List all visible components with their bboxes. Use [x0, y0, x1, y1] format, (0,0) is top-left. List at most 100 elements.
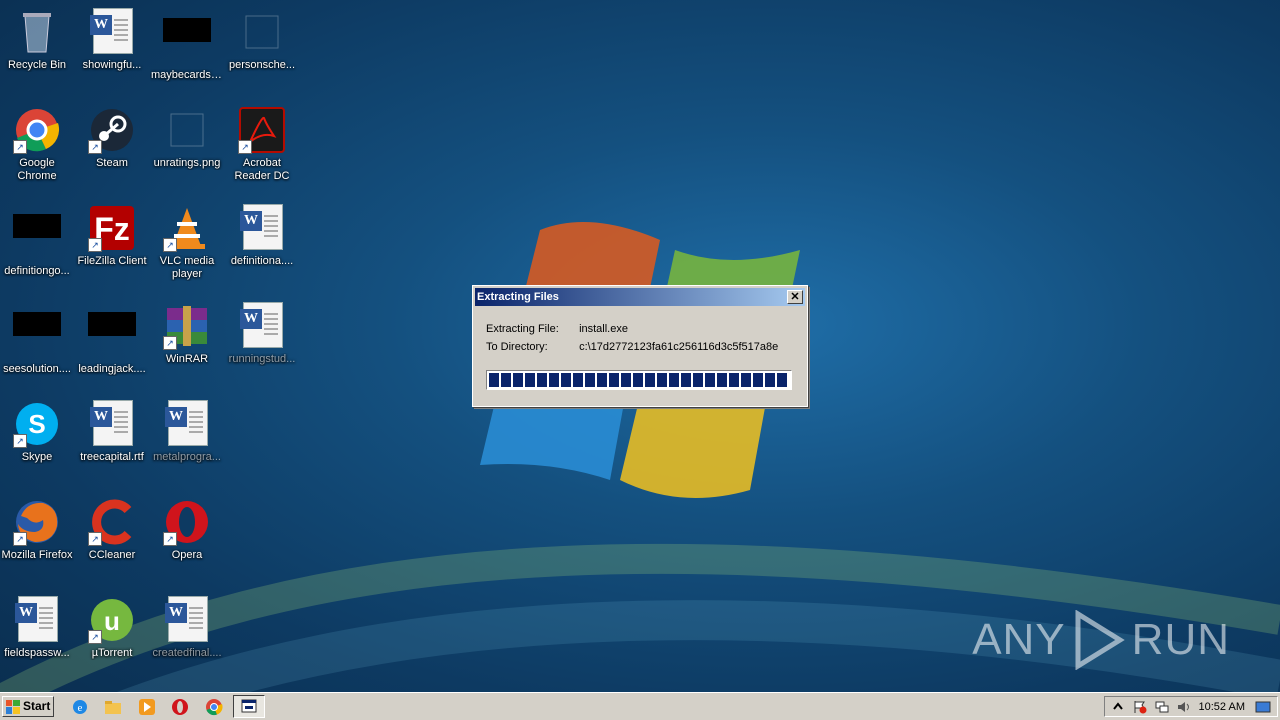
desktop-icon[interactable]: Wtreecapital.rtf: [75, 394, 149, 484]
desktop-icon-label: runningstud...: [228, 353, 296, 365]
desktop-icon[interactable]: ↗ Google Chrome: [0, 100, 74, 190]
shortcut-arrow-icon: ↗: [163, 532, 177, 546]
clock[interactable]: 10:52 AM: [1199, 697, 1245, 717]
desktop-icon[interactable]: ↗ Steam: [75, 100, 149, 190]
utorrent-icon: u ↗: [88, 596, 136, 644]
desktop-icon[interactable]: ↗ Opera: [150, 492, 224, 582]
play-logo-icon: [1075, 610, 1125, 670]
extracting-files-dialog: Extracting Files ✕ Extracting File: inst…: [472, 285, 808, 407]
desktop-icon-label: createdfinal....: [152, 647, 222, 659]
word-doc-icon: W: [163, 596, 211, 644]
system-tray: 10:52 AM: [1104, 696, 1278, 717]
volume-icon[interactable]: [1177, 700, 1191, 714]
desktop-icon[interactable]: S ↗ Skype: [0, 394, 74, 484]
to-directory-value: c:\17d2772123fa61c256116d3c5f517a8e: [579, 341, 779, 353]
desktop-icon[interactable]: Wdefinitiona....: [225, 198, 299, 288]
word-doc-icon: W: [163, 400, 211, 448]
shortcut-arrow-icon: ↗: [88, 630, 102, 644]
image-file-icon: [163, 106, 211, 154]
shortcut-arrow-icon: ↗: [238, 140, 252, 154]
desktop-icon-label: fieldspassw...: [4, 647, 70, 659]
desktop-icon[interactable]: definitiongo...: [0, 198, 74, 288]
extracting-file-value: install.exe: [579, 323, 628, 335]
shortcut-arrow-icon: ↗: [88, 238, 102, 252]
action-center-flag-icon[interactable]: [1133, 700, 1147, 714]
word-doc-icon: W: [88, 8, 136, 56]
ccleaner-icon: ↗: [88, 498, 136, 546]
desktop-icon-label: FileZilla Client: [77, 255, 147, 267]
explorer-folder-icon[interactable]: [104, 698, 122, 716]
to-directory-row: To Directory: c:\17d2772123fa61c256116d3…: [486, 341, 778, 353]
taskbar: Start e 10:52 AM: [0, 692, 1280, 720]
desktop-icon[interactable]: u ↗ µTorrent: [75, 590, 149, 680]
desktop-icon-label: leadingjack....: [78, 363, 146, 375]
progress-bar: [486, 370, 792, 390]
desktop-icon[interactable]: Recycle Bin: [0, 2, 74, 92]
desktop-icon-label: Skype: [21, 451, 53, 463]
desktop-icon[interactable]: Wshowingfu...: [75, 2, 149, 92]
dialog-titlebar[interactable]: Extracting Files ✕: [475, 288, 805, 306]
shortcut-arrow-icon: ↗: [13, 434, 27, 448]
desktop-icon[interactable]: leadingjack....: [75, 296, 149, 386]
desktop-icon-label: WinRAR: [165, 353, 209, 365]
desktop-icon[interactable]: ↗ Mozilla Firefox: [0, 492, 74, 582]
svg-text:e: e: [78, 702, 83, 714]
to-directory-label: To Directory:: [486, 341, 548, 353]
desktop-icon-label: µTorrent: [91, 647, 133, 659]
desktop-icon[interactable]: Fz ↗ FileZilla Client: [75, 198, 149, 288]
start-label: Start: [23, 699, 51, 713]
recycle-bin-icon: [13, 8, 61, 56]
word-doc-icon: W: [88, 400, 136, 448]
desktop-icon[interactable]: ↗ Acrobat Reader DC: [225, 100, 299, 190]
dialog-title: Extracting Files: [477, 291, 559, 303]
desktop-icon-label: Acrobat Reader DC: [234, 157, 290, 182]
extractor-app-icon: [241, 699, 257, 713]
shortcut-arrow-icon: ↗: [13, 140, 27, 154]
svg-text:u: u: [104, 606, 120, 636]
chrome-taskbar-icon[interactable]: [205, 698, 223, 716]
extractor-taskbar-button[interactable]: [233, 695, 265, 718]
close-button[interactable]: ✕: [787, 290, 803, 304]
desktop-icon-label: CCleaner: [88, 549, 136, 561]
skype-icon: S ↗: [13, 400, 61, 448]
desktop-icon[interactable]: Wcreatedfinal....: [150, 590, 224, 680]
desktop-icon[interactable]: Wmetalprogra...: [150, 394, 224, 484]
shortcut-arrow-icon: ↗: [13, 532, 27, 546]
chrome-icon: ↗: [13, 106, 61, 154]
desktop-icon-label: seesolution....: [3, 363, 71, 375]
opera-icon: ↗: [163, 498, 211, 546]
desktop-icon-label: treecapital.rtf: [80, 451, 144, 463]
internet-explorer-icon[interactable]: e: [71, 698, 89, 716]
desktop-icon[interactable]: Wrunningstud...: [225, 296, 299, 386]
desktop-icon-label: Recycle Bin: [7, 59, 67, 71]
extracting-file-label: Extracting File:: [486, 323, 559, 335]
word-doc-icon: W: [238, 302, 286, 350]
desktop-icon-label: Opera: [171, 549, 203, 561]
desktop-icon[interactable]: ↗ VLC media player: [150, 198, 224, 288]
progress-fill: [489, 373, 789, 387]
desktop-icon[interactable]: Wfieldspassw...: [0, 590, 74, 680]
start-button[interactable]: Start: [2, 696, 54, 717]
desktop-icon[interactable]: maybecards....: [150, 2, 224, 92]
desktop-icon-label: unratings.png: [153, 157, 221, 169]
desktop-icon[interactable]: seesolution....: [0, 296, 74, 386]
desktop-icon[interactable]: ↗ WinRAR: [150, 296, 224, 386]
desktop-icon[interactable]: ↗ CCleaner: [75, 492, 149, 582]
shortcut-arrow-icon: ↗: [88, 532, 102, 546]
watermark-left: ANY: [972, 615, 1066, 664]
desktop-icon[interactable]: personsche...: [225, 2, 299, 92]
desktop-icon[interactable]: unratings.png: [150, 100, 224, 190]
anyrun-watermark: ANY RUN: [972, 610, 1230, 670]
black-file-icon: [13, 214, 61, 262]
winrar-icon: ↗: [163, 302, 211, 350]
network-icon[interactable]: [1155, 700, 1169, 714]
media-player-icon[interactable]: [138, 698, 156, 716]
svg-text:S: S: [28, 409, 45, 439]
opera-taskbar-icon[interactable]: [171, 698, 189, 716]
show-hidden-icons-icon[interactable]: [1111, 700, 1125, 714]
blank-file-icon: [238, 8, 286, 56]
vlc-icon: ↗: [163, 204, 211, 252]
show-desktop-icon[interactable]: [1255, 700, 1271, 714]
black-file-icon: [88, 312, 136, 360]
desktop-icon-label: definitiongo...: [4, 265, 70, 277]
